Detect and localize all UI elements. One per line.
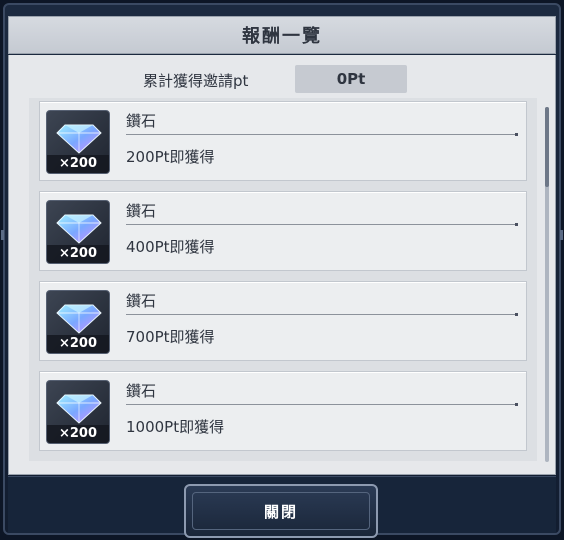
reward-condition: 200Pt即獲得 xyxy=(126,148,215,166)
frame-tick-left xyxy=(1,230,4,240)
reward-name: 鑽石 xyxy=(126,382,157,400)
points-row: 累計獲得邀請pt 0Pt xyxy=(9,65,555,93)
reward-row: ×200 鑽石 400Pt即獲得 xyxy=(39,191,527,271)
reward-condition: 400Pt即獲得 xyxy=(126,238,215,256)
scrollbar-thumb[interactable] xyxy=(545,107,549,187)
frame-tick-right xyxy=(560,230,563,240)
quantity-label: ×200 xyxy=(47,155,109,173)
reward-row: ×200 鑽石 1000Pt即獲得 xyxy=(39,371,527,451)
diamond-icon: ×200 xyxy=(46,290,110,354)
diamond-icon: ×200 xyxy=(46,110,110,174)
reward-name: 鑽石 xyxy=(126,112,157,130)
row-divider xyxy=(126,403,518,406)
points-label: 累計獲得邀請pt xyxy=(143,72,249,90)
close-button[interactable]: 關閉 xyxy=(184,484,378,538)
reward-name: 鑽石 xyxy=(126,292,157,310)
row-divider xyxy=(126,223,518,226)
diamond-icon: ×200 xyxy=(46,380,110,444)
dialog-title: 報酬一覽 xyxy=(242,26,322,47)
reward-condition: 1000Pt即獲得 xyxy=(126,418,225,436)
quantity-label: ×200 xyxy=(47,245,109,263)
reward-condition: 700Pt即獲得 xyxy=(126,328,215,346)
quantity-label: ×200 xyxy=(47,335,109,353)
reward-list[interactable]: ×200 鑽石 200Pt即獲得 ×200 鑽石 400Pt即獲得 ×200 鑽… xyxy=(29,98,537,461)
list-scrollbar[interactable] xyxy=(545,107,549,462)
points-value: 0Pt xyxy=(295,65,407,93)
dialog-header: 報酬一覽 xyxy=(8,16,556,54)
diamond-icon: ×200 xyxy=(46,200,110,264)
row-divider xyxy=(126,313,518,316)
reward-row: ×200 鑽石 700Pt即獲得 xyxy=(39,281,527,361)
reward-row: ×200 鑽石 200Pt即獲得 xyxy=(39,101,527,181)
quantity-label: ×200 xyxy=(47,425,109,443)
row-divider xyxy=(126,133,518,136)
reward-panel: 累計獲得邀請pt 0Pt ×200 鑽石 200Pt即獲得 ×200 鑽石 40… xyxy=(8,55,556,475)
reward-name: 鑽石 xyxy=(126,202,157,220)
close-button-frame xyxy=(192,492,370,530)
